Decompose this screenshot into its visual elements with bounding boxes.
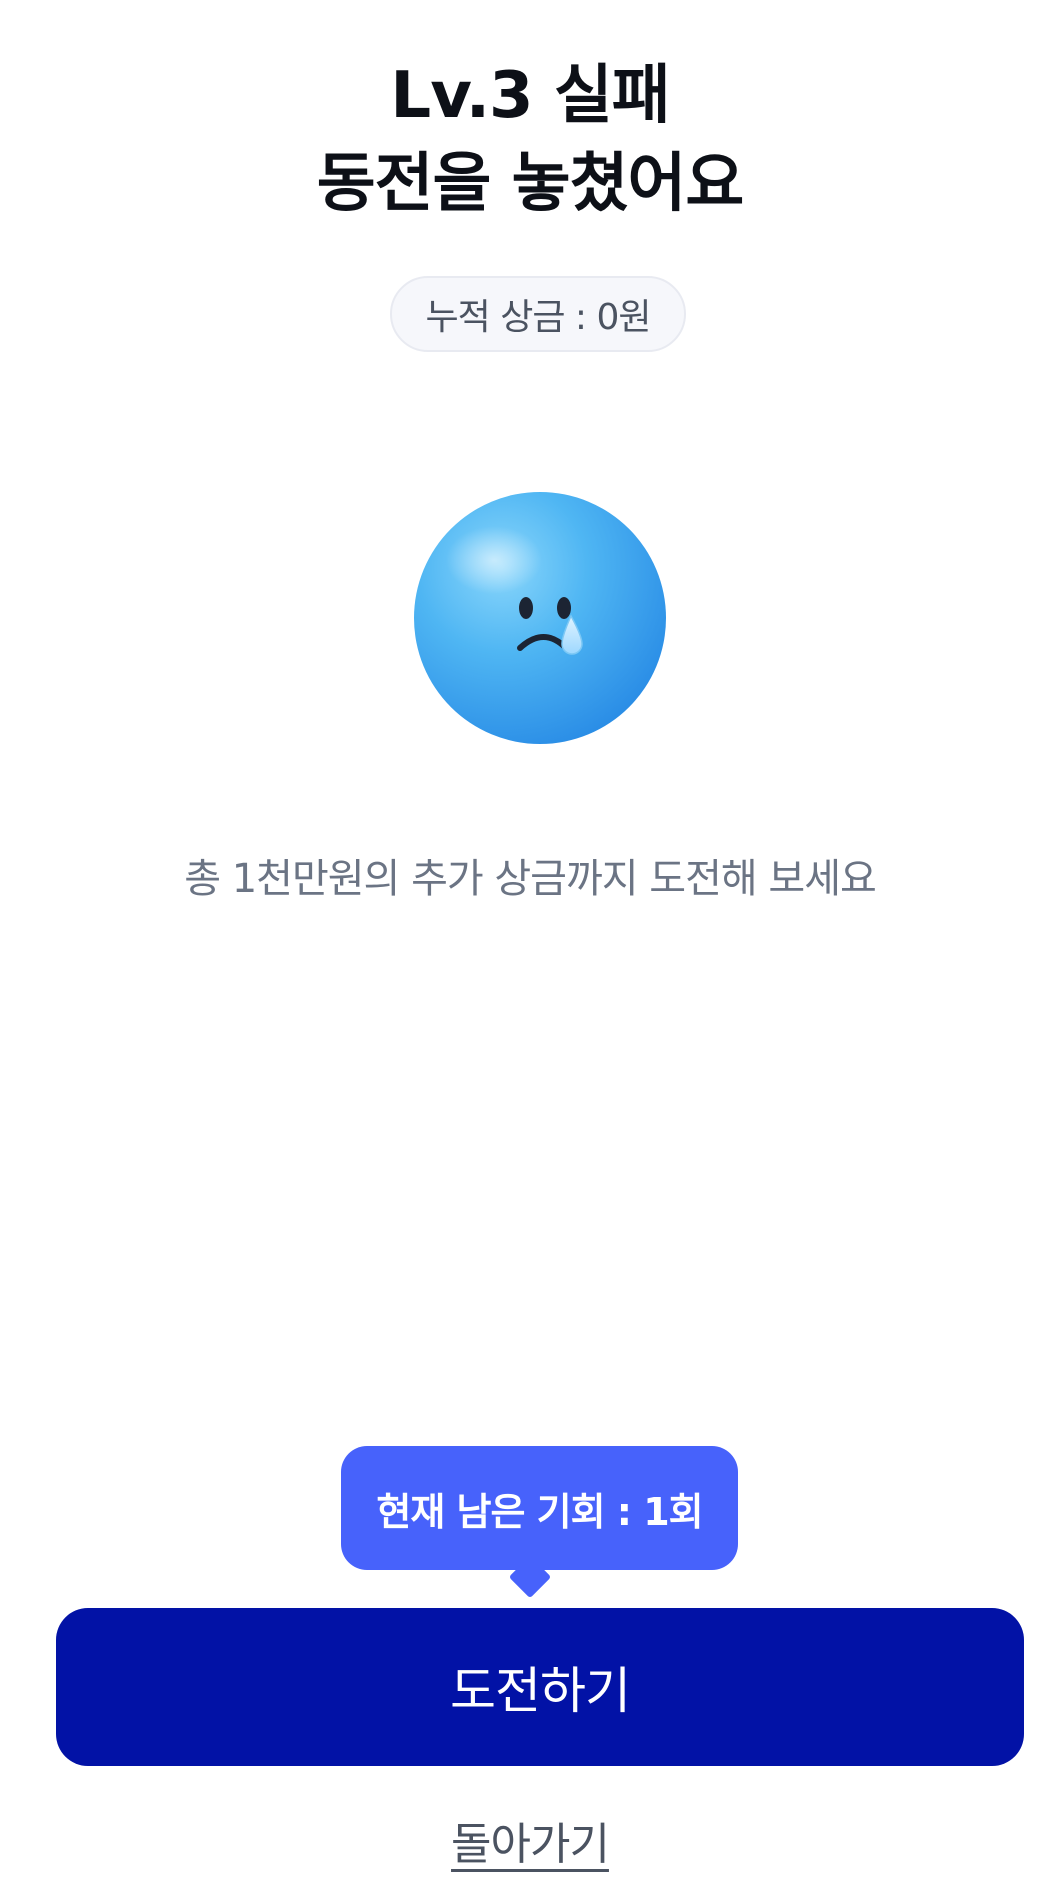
title-message: 동전을 놓쳤어요 — [316, 147, 744, 221]
back-link-container: 돌아가기 — [0, 1808, 1060, 1872]
crying-face-icon — [412, 490, 668, 746]
title-level: Lv.3 실패 — [390, 59, 670, 133]
remaining-chances-tooltip: 현재 남은 기회 : 1회 — [341, 1446, 738, 1570]
accumulated-prize-badge: 누적 상금 : 0원 — [390, 276, 686, 352]
page-title: Lv.3 실패 동전을 놓쳤어요 — [0, 52, 1060, 228]
challenge-button[interactable]: 도전하기 — [56, 1608, 1024, 1766]
back-link[interactable]: 돌아가기 — [451, 1819, 610, 1870]
challenge-message: 총 1천만원의 추가 상금까지 도전해 보세요 — [184, 856, 877, 902]
